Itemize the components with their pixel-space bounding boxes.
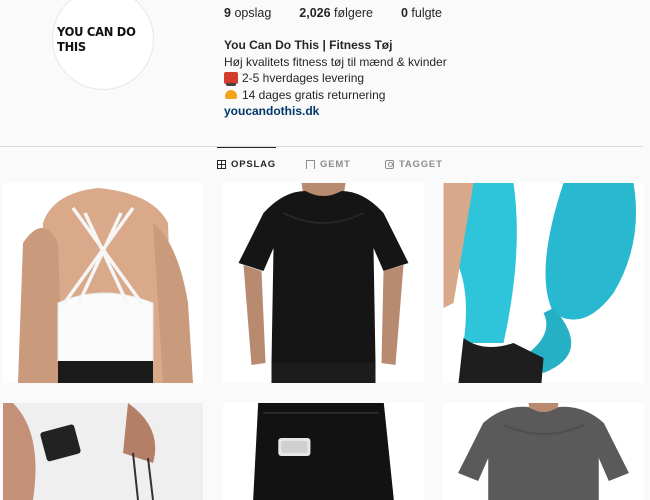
post-thumbnail[interactable] (223, 403, 424, 500)
bio-delivery-line: 2-5 hverdages levering (224, 70, 447, 87)
truck-icon (224, 72, 238, 87)
grid-icon (217, 160, 226, 169)
black-tshirt-image (223, 183, 424, 383)
profile-stats: 9 opslag 2,026 følgere 0 fulgte (224, 6, 470, 20)
bio-line: Høj kvalitets fitness tøj til mænd & kvi… (224, 54, 447, 69)
white-shorts-image (3, 403, 203, 500)
bio-delivery-text: 2-5 hverdages levering (242, 71, 365, 85)
profile-tabs: OPSLAG GEMT TAGGET (0, 147, 650, 181)
black-leggings-image (223, 403, 424, 500)
profile-name: You Can Do This | Fitness Tøj (224, 38, 393, 52)
sports-bra-image (3, 183, 203, 383)
tab-tagged[interactable]: TAGGET (385, 147, 443, 181)
profile-avatar[interactable]: YOU CAN DO THIS (52, 0, 154, 90)
bookmark-icon (306, 159, 315, 169)
turquoise-leggings-image (443, 183, 644, 383)
post-thumbnail[interactable] (3, 183, 203, 383)
stat-posts: 9 opslag (224, 6, 272, 20)
tab-posts[interactable]: OPSLAG (217, 147, 276, 181)
bio-return-line: 14 dages gratis returnering (224, 87, 447, 104)
stat-following[interactable]: 0 fulgte (401, 6, 442, 20)
tag-icon (385, 159, 394, 169)
bio-return-text: 14 dages gratis returnering (242, 87, 386, 102)
grey-tshirt-image (443, 403, 644, 500)
avatar-logo-text: YOU CAN DO THIS (57, 24, 136, 54)
heart-icon (224, 89, 238, 101)
tab-saved[interactable]: GEMT (306, 147, 351, 181)
post-thumbnail[interactable] (3, 403, 203, 500)
profile-bio: You Can Do This | Fitness Tøj Høj kvalit… (224, 37, 447, 120)
website-link[interactable]: youcandothis.dk (224, 103, 447, 120)
stat-followers[interactable]: 2,026 følgere (299, 6, 373, 20)
post-thumbnail[interactable] (443, 403, 644, 500)
post-thumbnail[interactable] (223, 183, 424, 383)
post-thumbnail[interactable] (443, 183, 644, 383)
